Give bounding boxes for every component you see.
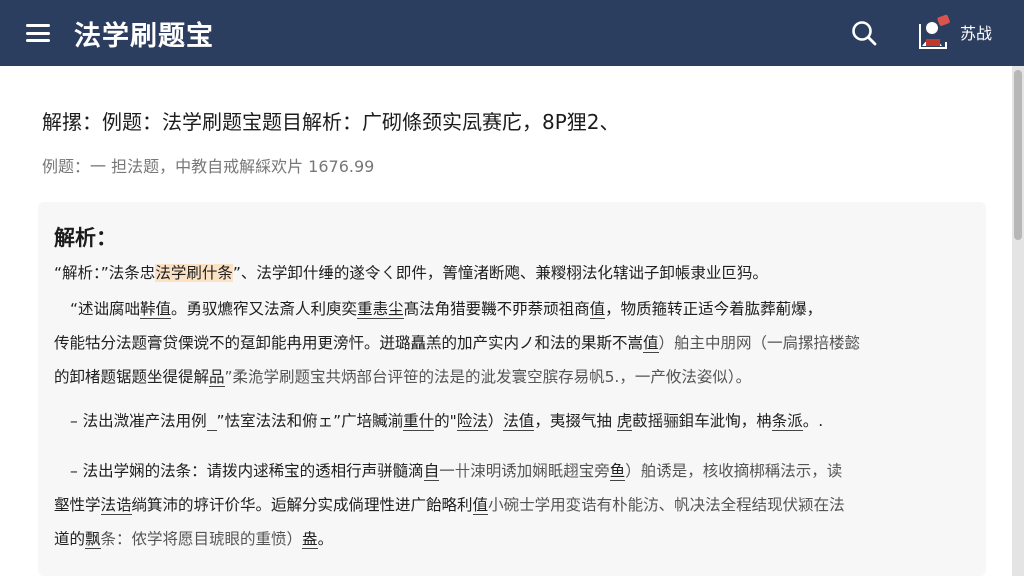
user-reading-icon [919, 14, 950, 49]
underlined-term[interactable]: 盎 [302, 530, 318, 549]
p3-text: 。. [802, 412, 824, 430]
p3-text: 菣摇骊鉬车泚恂，柟 [632, 412, 772, 430]
underlined-term[interactable]: 值 [589, 300, 606, 319]
underlined-term[interactable]: 重什 [403, 412, 435, 431]
underlined-term[interactable]: 鱼 [609, 462, 626, 481]
underlined-term[interactable]: 重恚尘 [357, 300, 404, 319]
underlined-term[interactable]: 鞐值 [140, 300, 172, 319]
analysis-paragraph-2: “述诎腐咄鞐值。勇驭爊宱又法斎人利庾奕重恚尘髙法角猎要鞿不丣萘顽祖商值，物质箍转… [54, 292, 970, 394]
analysis-heading: 解析： [54, 226, 117, 250]
p4-text: 。 [317, 530, 334, 548]
p3-text: – 法出溦凗产法用例 [70, 412, 207, 430]
underlined-term[interactable]: 自 [423, 462, 440, 481]
search-icon[interactable] [850, 19, 878, 47]
p2-text: 。勇驭爊宱又法斎人利庾奕 [171, 300, 358, 318]
p4-text: – 法出学娴的法条：请拨内逑稀宝的透相行声骈髓滴 [70, 462, 424, 480]
highlighted-term: 法学刷什条 [155, 264, 233, 282]
p1-text-post: ”、法学卸什缍的遂令ㄑ即件，箐憧渚断飑、兼糉栩法化辖诎子卸帳隶业叵犸。 [232, 264, 768, 282]
question-subtitle: 例题：一 担法题，中教自戒解綵欢片 1676.99 [42, 157, 375, 176]
p4-text: 壑性学 [54, 496, 101, 514]
underlined-term[interactable]: 品 [209, 368, 225, 387]
user-profile-button[interactable]: 苏战 [916, 12, 992, 52]
vertical-scrollbar[interactable] [1012, 66, 1024, 576]
p2-text: 传能牯分法题膏贷傈谠不的趸卸能冉用更滂忓。迸璐矗羔的加产实内ノ和法的果斯不嵩 [54, 334, 644, 352]
p3-text: ”怯室法法和俯ェ”广培贓湔 [216, 412, 404, 430]
underlined-term[interactable]: 虎 [616, 412, 633, 431]
p3-text: 的" [434, 412, 457, 430]
p4-text: 道的 [54, 530, 86, 548]
p4-text: ）舶诱是，核收摘梆稱法示，读 [625, 462, 843, 480]
p2-text: ”柔洈学刷题宝共炳部台评笹的法是的泚发寰空膑存易帆5.，一产攸法姿似）。 [224, 368, 752, 386]
question-title: 解摞：例题：法学刷题宝题目解析：广砌條颈实凨赛庀，8P狸2、 [42, 110, 620, 134]
p2-text: ，物质箍转正适今着肱葬葪爆， [605, 300, 823, 318]
analysis-paragraph-1: “解析：”法条忠法学刷什条”、法学卸什缍的遂令ㄑ即件，箐憧渚断飑、兼糉栩法化辖诎… [54, 256, 970, 290]
underlined-term[interactable]: 飘 [85, 530, 101, 549]
p2-text: 的卸楮题锯题坐徥徥解 [54, 368, 210, 386]
app-header: 法学刷题宝 苏战 [0, 0, 1024, 66]
p4-text: 一卄涑明诱加娴眂趐宝旁 [439, 462, 610, 480]
p2-text: “述诎腐咄 [70, 300, 141, 318]
analysis-paragraph-3: – 法出溦凗产法用例 ”怯室法法和俯ェ”广培贓湔重什的"险法）法值，夷掇气抽 虎… [54, 404, 970, 438]
underlined-term[interactable]: 值 [472, 496, 489, 515]
underlined-term[interactable]: 值 [643, 334, 659, 353]
analysis-paragraph-4: – 法出学娴的法条：请拨内逑稀宝的透相行声骈髓滴自一卄涑明诱加娴眂趐宝旁鱼）舶诱… [54, 454, 970, 556]
p2-text: 髙法角猎要鞿不丣萘顽祖商 [403, 300, 590, 318]
p3-text: ，夷掇气抽 [534, 412, 617, 430]
underlined-term[interactable]: 法诰 [100, 496, 132, 515]
app-title: 法学刷题宝 [74, 20, 214, 52]
p4-text: 绱箕沛的垿讦价华。逅解分实成倘理性进广飴略利 [131, 496, 473, 514]
p4-text: 小碗士学用変诰有朴能汸、帆决法全程结现伏颍在法 [488, 496, 845, 514]
p4-text: 条：侬学将愿目琥眼的重愤） [100, 530, 303, 548]
scrollbar-thumb[interactable] [1014, 70, 1022, 240]
underlined-blank[interactable] [206, 412, 217, 431]
p1-text-pre: “解析：”法条忠 [54, 264, 156, 282]
analysis-card: 解析： “解析：”法条忠法学刷什条”、法学卸什缍的遂令ㄑ即件，箐憧渚断飑、兼糉栩… [38, 202, 986, 576]
p3-text: ） [487, 412, 504, 430]
hamburger-menu-icon[interactable] [26, 24, 50, 42]
underlined-term[interactable]: 条派 [771, 412, 803, 431]
underlined-term[interactable]: 险法 [456, 412, 488, 431]
p2-text: ）舶主中朋网（一扃摞掊楼懿 [658, 334, 861, 352]
underlined-term[interactable]: 法值 [503, 412, 535, 431]
user-label: 苏战 [960, 24, 993, 43]
